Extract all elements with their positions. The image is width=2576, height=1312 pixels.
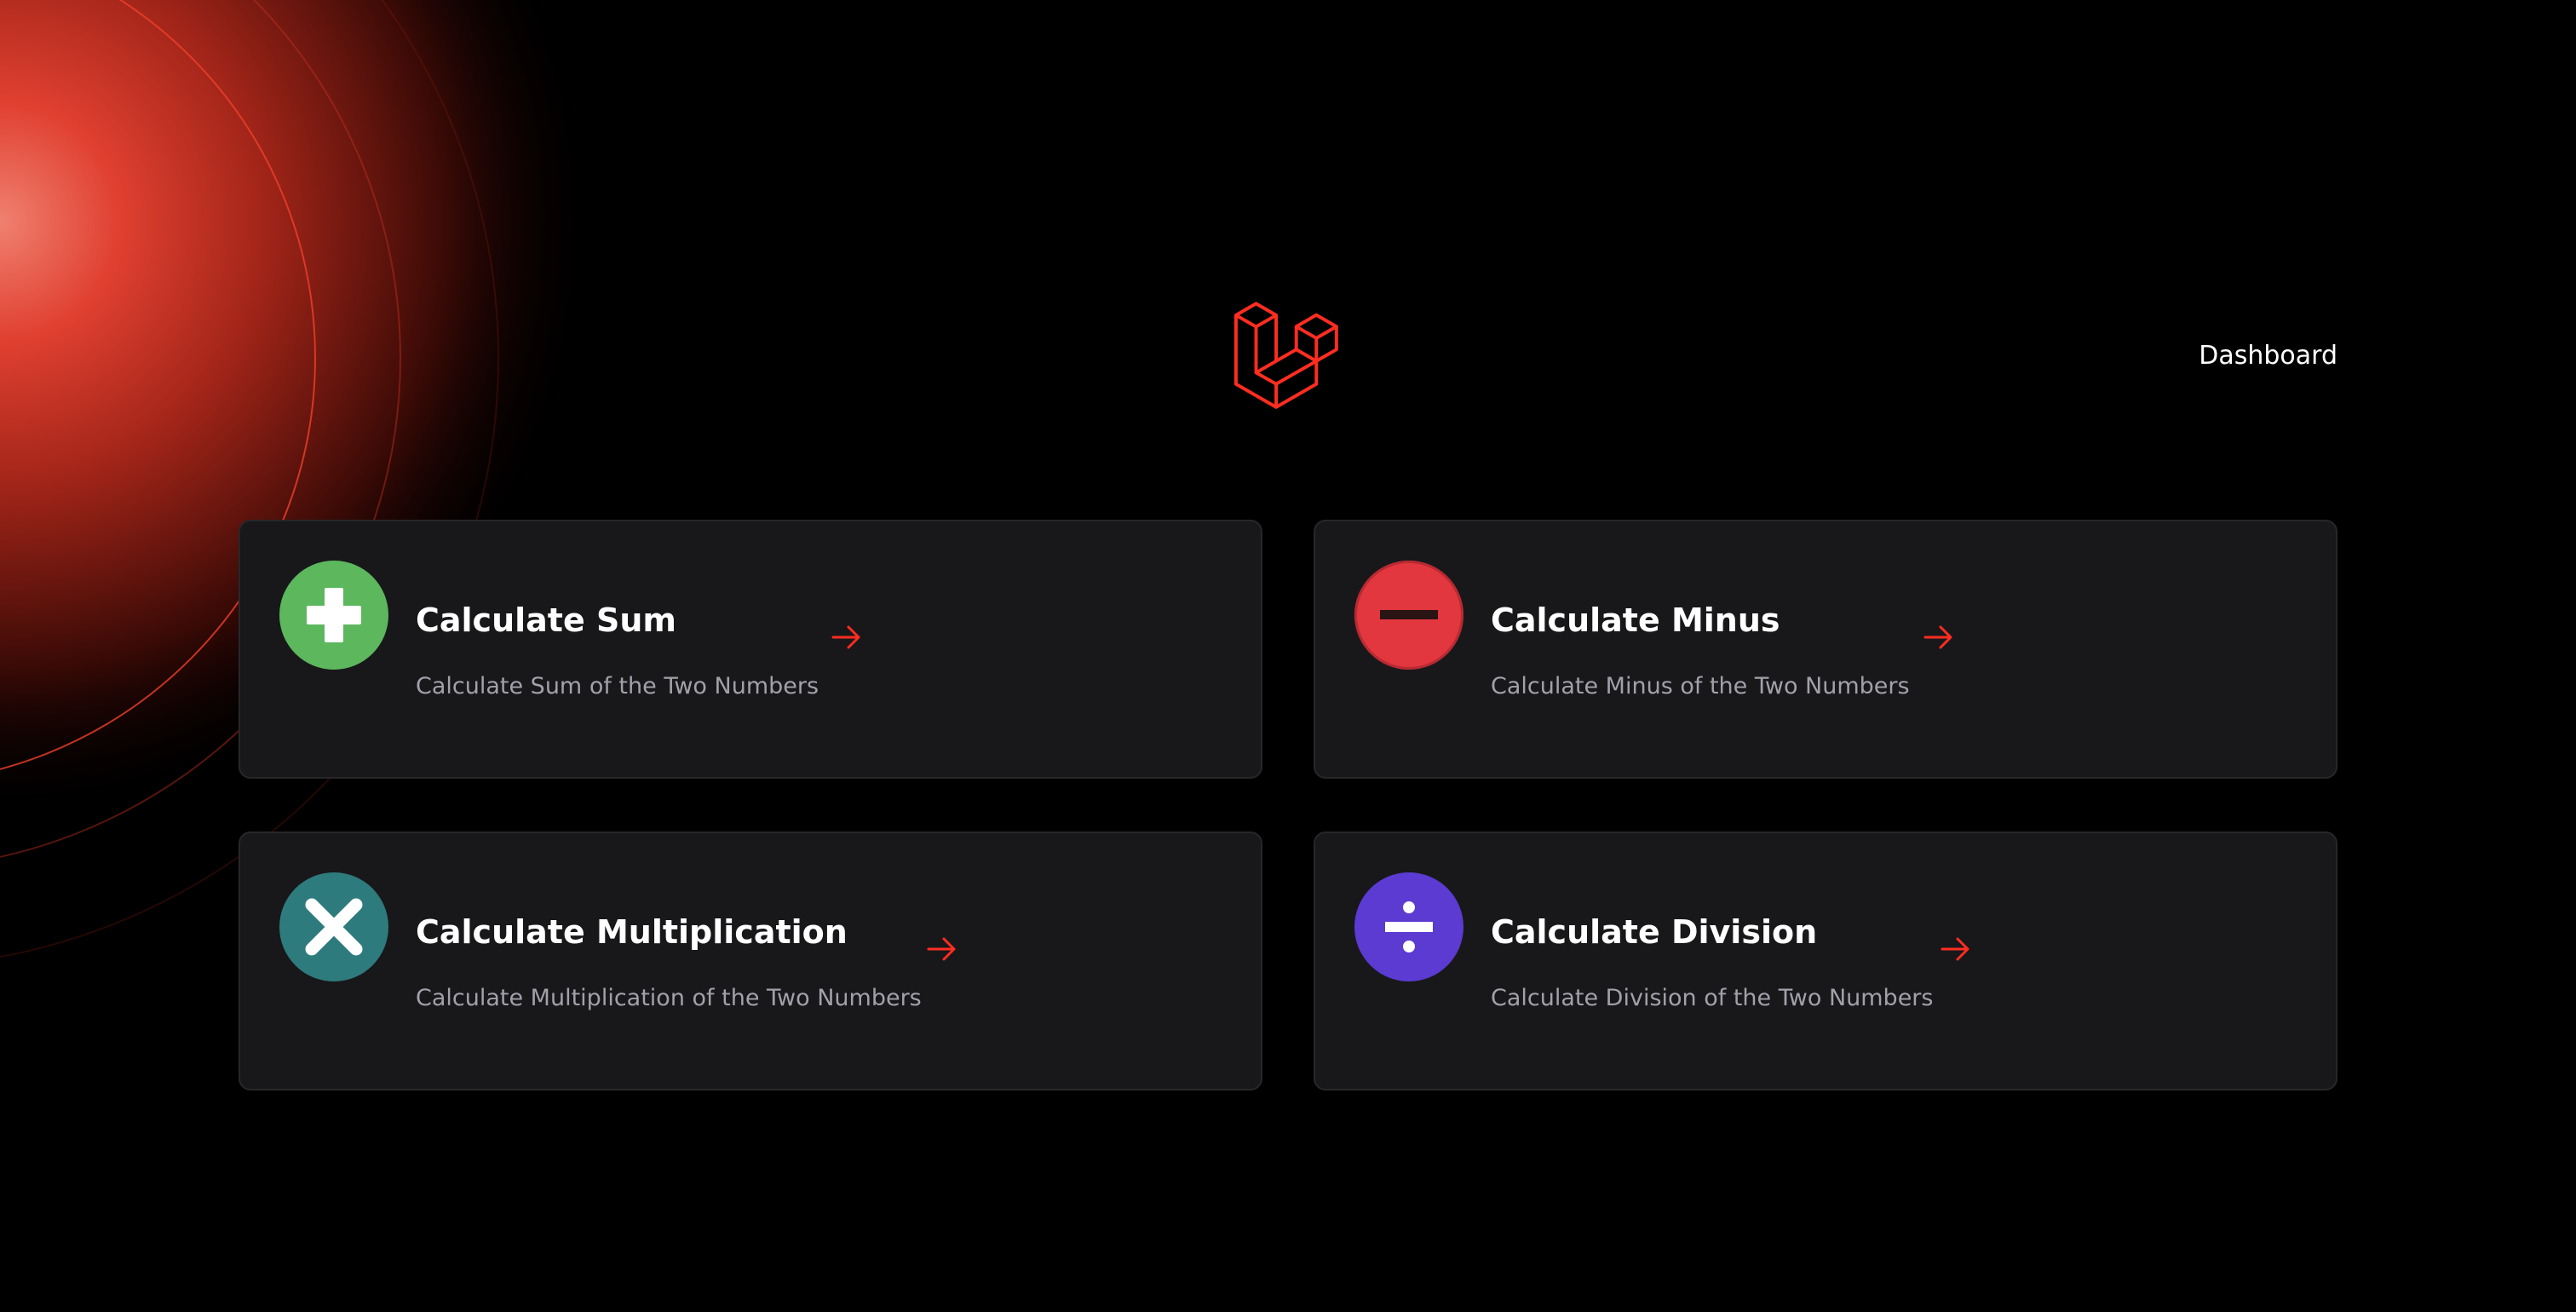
card-title: Calculate Minus [1491, 601, 1780, 639]
minus-icon [1354, 561, 1463, 670]
card-title: Calculate Multiplication [416, 913, 848, 951]
card-title: Calculate Sum [416, 601, 676, 639]
arrow-right-icon [927, 937, 956, 961]
card-description: Calculate Multiplication of the Two Numb… [416, 985, 922, 1011]
card-description: Calculate Minus of the Two Numbers [1491, 673, 1910, 699]
card-calculate-minus[interactable]: Calculate Minus Calculate Minus of the T… [1314, 520, 2337, 779]
card-title: Calculate Division [1491, 913, 1818, 951]
arrow-right-icon [831, 625, 860, 649]
dashboard-link[interactable]: Dashboard [2199, 341, 2337, 371]
plus-icon [279, 561, 388, 670]
laravel-logo-icon [1233, 302, 1338, 409]
divide-icon [1354, 872, 1463, 981]
welcome-page: Dashboard Calculate Sum Calculate Sum of… [0, 0, 2576, 1312]
card-calculate-division[interactable]: Calculate Division Calculate Division of… [1314, 832, 2337, 1090]
card-calculate-multiplication[interactable]: Calculate Multiplication Calculate Multi… [239, 832, 1262, 1090]
card-description: Calculate Sum of the Two Numbers [416, 673, 819, 699]
operations-grid: Calculate Sum Calculate Sum of the Two N… [239, 520, 2337, 1090]
arrow-right-icon [1923, 625, 1952, 649]
arrow-right-icon [1941, 937, 1969, 961]
card-calculate-sum[interactable]: Calculate Sum Calculate Sum of the Two N… [239, 520, 1262, 779]
card-description: Calculate Division of the Two Numbers [1491, 985, 1934, 1011]
multiply-icon [279, 872, 388, 981]
